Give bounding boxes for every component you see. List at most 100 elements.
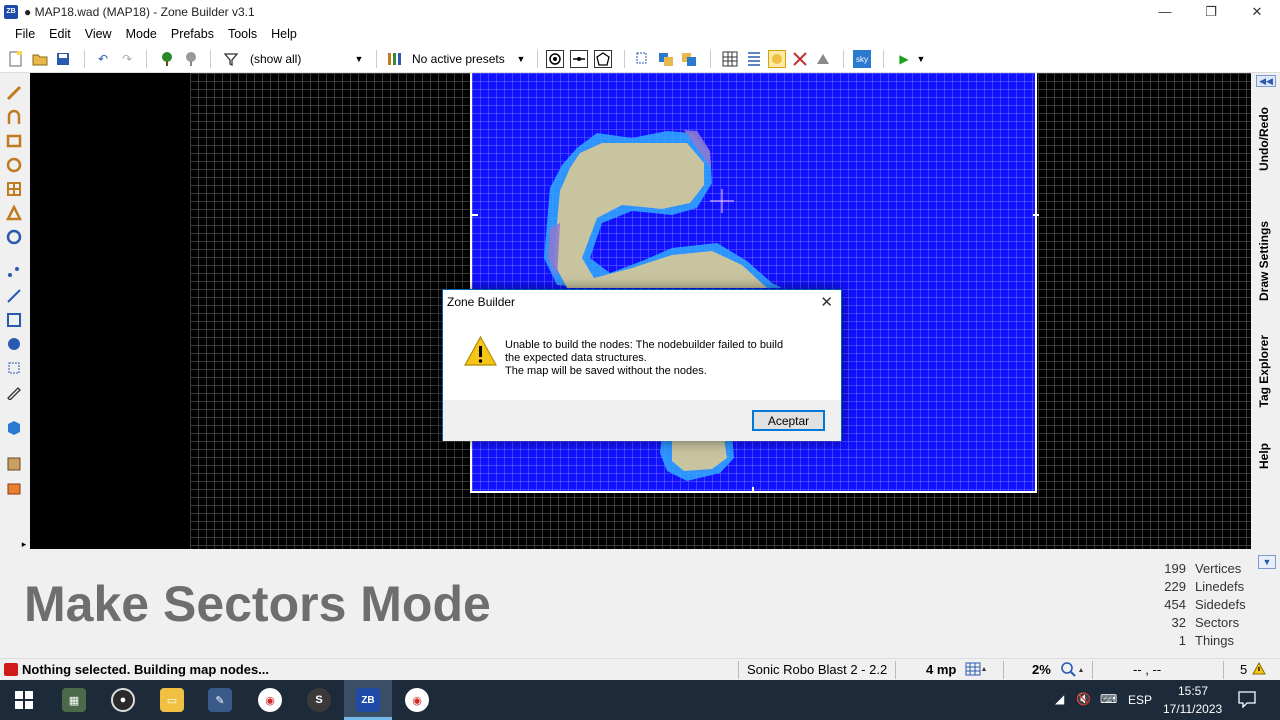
paste-special-icon[interactable] [680,50,698,68]
dialog-footer: Aceptar [443,400,841,441]
minimize-button[interactable]: — [1142,0,1188,23]
ok-button[interactable]: Aceptar [752,410,825,431]
visual-mode-icon[interactable] [6,360,22,376]
chevron-down-icon[interactable]: ▼ [512,50,530,68]
insert-prefab-icon[interactable] [182,50,200,68]
mode-toolbar: ▸ [0,73,30,551]
status-message: Nothing selected. Building map nodes... [22,662,270,677]
view-linedefs-icon[interactable] [570,50,588,68]
make-sectors-icon[interactable] [6,229,22,245]
dialog-close-icon[interactable]: ✕ [820,293,833,311]
prefab-tool-icon[interactable] [6,480,22,496]
sky-icon[interactable]: sky [853,50,871,68]
language-indicator[interactable]: ESP [1128,693,1152,707]
app-icon: ZB [4,4,18,19]
status-indicator-icon [4,663,18,676]
tree-prefab-icon[interactable] [158,50,176,68]
grid-size[interactable]: 4 mp [926,662,956,677]
menu-help[interactable]: Help [264,27,304,41]
paste-icon[interactable] [657,50,675,68]
clock-date[interactable]: 17/11/2023 [1163,702,1222,716]
merge-geometry-icon[interactable] [768,50,786,68]
redo-icon[interactable]: ↷ [118,50,136,68]
menu-mode[interactable]: Mode [119,27,164,41]
windows-start-icon[interactable] [12,688,36,712]
nodebuilder-error-dialog: Zone Builder ✕ Unable to build the nodes… [442,289,842,441]
game-configuration[interactable]: Sonic Robo Blast 2 - 2.2 [747,662,887,677]
network-icon[interactable]: ◢ [1055,692,1064,706]
menu-prefabs[interactable]: Prefabs [164,27,221,41]
warnings-count[interactable]: 5 [1240,662,1247,677]
volume-muted-icon[interactable]: 🔇 [1076,692,1091,706]
things-mode-icon[interactable] [6,336,22,352]
file-explorer-icon[interactable]: ▭ [160,688,184,712]
toolbar: ↶ ↷ (show all) ▼ No active presets ▼ sky… [0,45,1280,73]
dialog-message: Unable to build the nodes: The nodebuild… [505,339,784,377]
select-region-icon[interactable] [6,456,22,472]
obs-icon[interactable]: ● [111,688,135,712]
paint-icon[interactable]: ✎ [208,688,232,712]
chrome-icon[interactable]: ◉ [258,688,282,712]
grid-icon[interactable] [965,662,987,679]
cursor-coordinates: -- , -- [1133,662,1162,677]
view-presets-icon[interactable] [385,50,403,68]
things-filter-dropdown[interactable]: (show all) [250,52,301,66]
edit-mode-icon[interactable] [6,384,22,400]
draw-polygon-icon[interactable] [6,205,22,221]
task-manager-icon[interactable]: ▦ [62,688,86,712]
window-title: ● MAP18.wad (MAP18) - Zone Builder v3.1 [24,4,255,19]
chevron-down-icon[interactable]: ▼ [912,50,930,68]
chevron-down-icon[interactable]: ▼ [350,50,368,68]
stat-sectors: 32 Sectors [1171,614,1240,630]
zoom-level[interactable]: 2% [1032,662,1051,677]
draw-rectangle-icon[interactable] [6,133,22,149]
notifications-icon[interactable] [1238,690,1256,711]
mode-title: Make Sectors Mode [24,576,491,632]
menu-tools[interactable]: Tools [221,27,264,41]
stat-vertices: 199 Vertices [1164,560,1242,576]
presets-dropdown[interactable]: No active presets [412,52,505,66]
close-button[interactable]: ✕ [1234,0,1280,23]
3d-mode-icon[interactable] [6,420,22,436]
test-things-icon[interactable] [814,50,832,68]
collapse-info-panel-icon[interactable]: ▼ [1258,555,1276,569]
tab-help[interactable]: Help [1257,443,1271,469]
new-map-icon[interactable] [7,50,25,68]
stat-sidedefs: 454 Sidedefs [1164,596,1246,612]
clock-time[interactable]: 15:57 [1178,684,1208,698]
tab-draw-settings[interactable]: Draw Settings [1257,221,1271,301]
tab-tag-explorer[interactable]: Tag Explorer [1257,335,1271,407]
draw-ellipse-icon[interactable] [6,157,22,173]
tab-undo-redo[interactable]: Undo/Redo [1257,107,1271,171]
chrome-profile-icon[interactable]: ◉ [405,688,429,712]
linedefs-mode-icon[interactable] [6,288,22,304]
vertices-mode-icon[interactable] [6,264,22,280]
menu-file[interactable]: File [8,27,42,41]
play-test-icon[interactable]: ▶ [895,50,913,68]
snap-grid-icon[interactable] [745,50,763,68]
grid-toggle-icon[interactable] [721,50,739,68]
input-method-icon[interactable]: ⌨ [1100,692,1117,706]
save-map-icon[interactable] [54,50,72,68]
open-map-icon[interactable] [31,50,49,68]
dialog-body: Unable to build the nodes: The nodebuild… [443,314,841,400]
draw-curve-icon[interactable] [6,109,22,125]
filter-icon[interactable] [222,50,240,68]
view-normal-icon[interactable] [546,50,564,68]
srb2-icon[interactable]: S [307,688,331,712]
sectors-mode-icon[interactable] [6,312,22,328]
menu-edit[interactable]: Edit [42,27,78,41]
draw-grid-icon[interactable] [6,181,22,197]
zone-builder-task-icon[interactable]: ZB [356,688,380,712]
copy-icon[interactable] [634,50,652,68]
collapse-docker-icon[interactable]: ◀◀ [1256,75,1276,87]
undo-icon[interactable]: ↶ [94,50,112,68]
view-things-icon[interactable] [594,50,612,68]
draw-lines-icon[interactable] [6,85,22,101]
split-geometry-icon[interactable] [791,50,809,68]
zoom-icon[interactable] [1060,662,1086,680]
right-docker: ◀◀ Undo/Redo Draw Settings Tag Explorer … [1253,73,1280,551]
maximize-button[interactable]: ❐ [1188,0,1234,23]
warning-icon[interactable] [1252,661,1266,678]
menu-view[interactable]: View [78,27,119,41]
